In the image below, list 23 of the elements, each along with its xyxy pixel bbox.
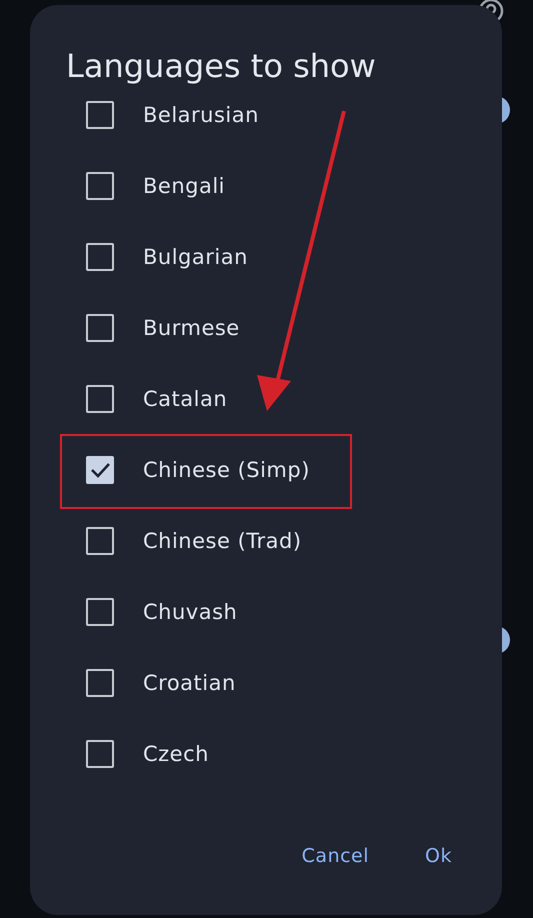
checkbox[interactable] xyxy=(86,242,114,270)
checkbox[interactable] xyxy=(86,384,114,412)
language-label[interactable]: Bulgarian xyxy=(143,244,248,268)
language-label[interactable]: Croatian xyxy=(143,670,236,694)
checkbox[interactable] xyxy=(86,172,114,200)
checkbox[interactable] xyxy=(86,740,114,768)
language-label[interactable]: Czech xyxy=(143,742,209,766)
dialog-title: Languages to show xyxy=(66,46,376,87)
language-label[interactable]: Chinese (Simp) xyxy=(143,458,310,482)
checkbox[interactable] xyxy=(86,526,114,554)
checkbox[interactable] xyxy=(86,314,114,342)
language-label[interactable]: Chinese (Trad) xyxy=(143,528,302,552)
checkbox[interactable] xyxy=(86,101,114,128)
checkbox[interactable] xyxy=(86,598,114,626)
language-label[interactable]: Belarusian xyxy=(143,102,259,126)
language-label[interactable]: Catalan xyxy=(143,386,228,410)
cancel-button[interactable]: Cancel xyxy=(298,841,374,871)
language-label[interactable]: Bengali xyxy=(143,174,226,198)
checkbox[interactable] xyxy=(86,668,114,696)
language-label[interactable]: Chuvash xyxy=(143,600,238,624)
language-label[interactable]: Burmese xyxy=(143,316,240,340)
ok-button[interactable]: Ok xyxy=(421,841,456,871)
checkbox[interactable] xyxy=(86,456,114,484)
